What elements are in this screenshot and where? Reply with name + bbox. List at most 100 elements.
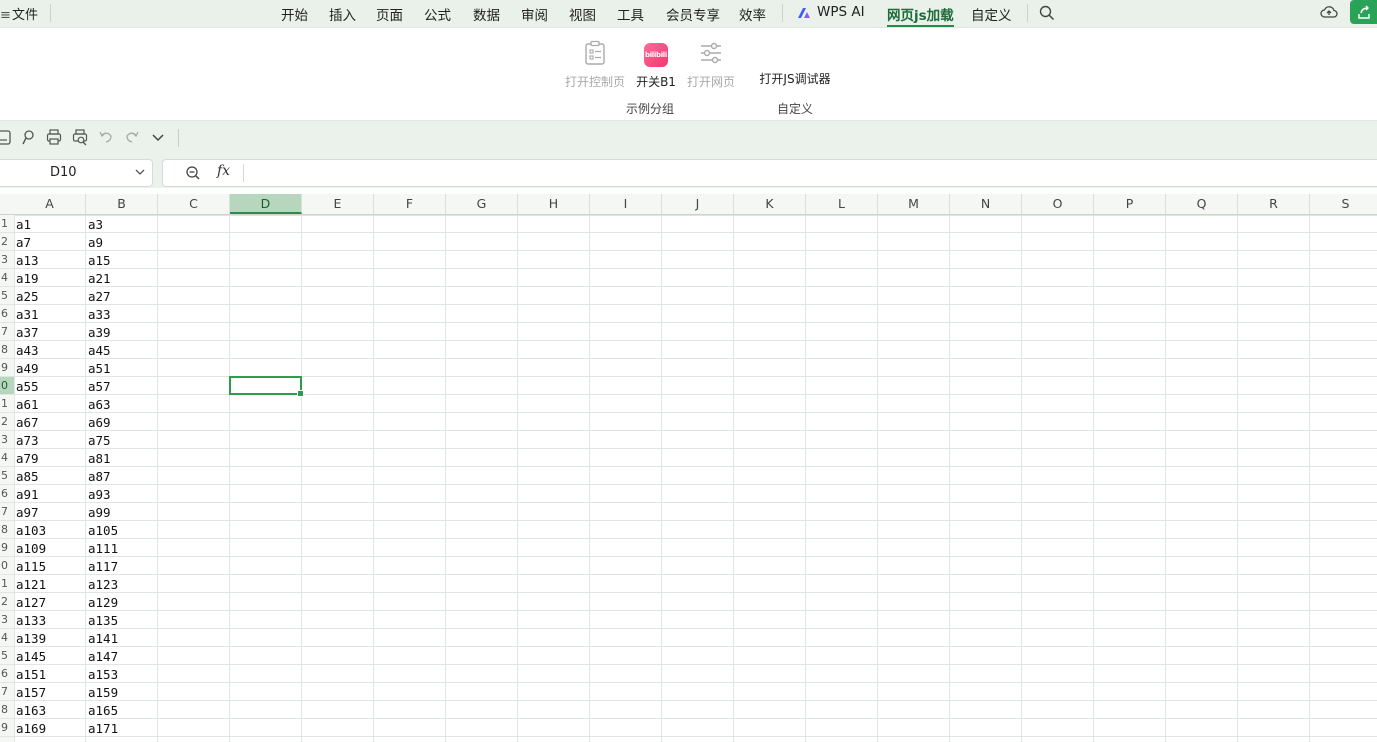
cell-a6[interactable]: a31 bbox=[14, 305, 85, 323]
cell-b18[interactable]: a105 bbox=[86, 521, 157, 539]
tab-formula[interactable]: 公式 bbox=[424, 4, 451, 24]
row-header-18[interactable]: 18 bbox=[0, 521, 14, 539]
column-header-q[interactable]: Q bbox=[1166, 194, 1238, 214]
cell-b25[interactable]: a147 bbox=[86, 647, 157, 665]
cell-a28[interactable]: a163 bbox=[14, 701, 85, 719]
cell-b1[interactable]: a3 bbox=[86, 215, 157, 233]
cell-a20[interactable]: a115 bbox=[14, 557, 85, 575]
row-header-17[interactable]: 17 bbox=[0, 503, 14, 521]
cell-a11[interactable]: a61 bbox=[14, 395, 85, 413]
cell-a1[interactable]: a1 bbox=[14, 215, 85, 233]
zoom-icon[interactable] bbox=[185, 165, 201, 181]
row-header-5[interactable]: 5 bbox=[0, 287, 14, 305]
cell-a18[interactable]: a103 bbox=[14, 521, 85, 539]
save-icon[interactable] bbox=[0, 128, 12, 146]
cell-a8[interactable]: a43 bbox=[14, 341, 85, 359]
row-header-12[interactable]: 12 bbox=[0, 413, 14, 431]
cell-b5[interactable]: a27 bbox=[86, 287, 157, 305]
cell-a22[interactable]: a127 bbox=[14, 593, 85, 611]
cell-a4[interactable]: a19 bbox=[14, 269, 85, 287]
column-header-m[interactable]: M bbox=[878, 194, 950, 214]
cell-a16[interactable]: a91 bbox=[14, 485, 85, 503]
cell-a23[interactable]: a133 bbox=[14, 611, 85, 629]
row-header-1[interactable]: 1 bbox=[0, 215, 14, 233]
row-header-22[interactable]: 22 bbox=[0, 593, 14, 611]
cell-b6[interactable]: a33 bbox=[86, 305, 157, 323]
cell-b21[interactable]: a123 bbox=[86, 575, 157, 593]
row-header-7[interactable]: 7 bbox=[0, 323, 14, 341]
print-icon[interactable] bbox=[46, 128, 62, 146]
tab-efficiency[interactable]: 效率 bbox=[739, 4, 766, 24]
cell-a3[interactable]: a13 bbox=[14, 251, 85, 269]
cell-a24[interactable]: a139 bbox=[14, 629, 85, 647]
column-header-c[interactable]: C bbox=[158, 194, 230, 214]
tab-home[interactable]: 开始 bbox=[281, 4, 308, 24]
column-header-r[interactable]: R bbox=[1238, 194, 1310, 214]
cell-a7[interactable]: a37 bbox=[14, 323, 85, 341]
cell-b24[interactable]: a141 bbox=[86, 629, 157, 647]
cell-b23[interactable]: a135 bbox=[86, 611, 157, 629]
column-header-a[interactable]: A bbox=[14, 194, 86, 214]
open-control-page-button[interactable]: 打开控制页 bbox=[565, 40, 625, 90]
cell-a5[interactable]: a25 bbox=[14, 287, 85, 305]
tab-review[interactable]: 审阅 bbox=[521, 4, 548, 24]
cell-b11[interactable]: a63 bbox=[86, 395, 157, 413]
search-icon[interactable] bbox=[1039, 5, 1055, 21]
row-header-16[interactable]: 16 bbox=[0, 485, 14, 503]
cell-b17[interactable]: a99 bbox=[86, 503, 157, 521]
cell-b2[interactable]: a9 bbox=[86, 233, 157, 251]
row-header-25[interactable]: 25 bbox=[0, 647, 14, 665]
row-header-9[interactable]: 9 bbox=[0, 359, 14, 377]
cell-a2[interactable]: a7 bbox=[14, 233, 85, 251]
cell-b22[interactable]: a129 bbox=[86, 593, 157, 611]
row-header-23[interactable]: 23 bbox=[0, 611, 14, 629]
format-painter-icon[interactable] bbox=[20, 128, 36, 146]
cell-b7[interactable]: a39 bbox=[86, 323, 157, 341]
cell-a29[interactable]: a169 bbox=[14, 719, 85, 737]
chevron-down-icon[interactable] bbox=[134, 167, 146, 177]
cell-a13[interactable]: a73 bbox=[14, 431, 85, 449]
cell-b12[interactable]: a69 bbox=[86, 413, 157, 431]
cell-a19[interactable]: a109 bbox=[14, 539, 85, 557]
cell-b8[interactable]: a45 bbox=[86, 341, 157, 359]
cell-b26[interactable]: a153 bbox=[86, 665, 157, 683]
row-header-19[interactable]: 19 bbox=[0, 539, 14, 557]
toggle-b1-button[interactable]: bilibili 开关B1 bbox=[636, 43, 676, 90]
column-header-n[interactable]: N bbox=[950, 194, 1022, 214]
cell-a17[interactable]: a97 bbox=[14, 503, 85, 521]
cell-b28[interactable]: a165 bbox=[86, 701, 157, 719]
row-header-21[interactable]: 21 bbox=[0, 575, 14, 593]
row-header-4[interactable]: 4 bbox=[0, 269, 14, 287]
file-menu[interactable]: ≡文件 bbox=[0, 4, 38, 23]
cell-b13[interactable]: a75 bbox=[86, 431, 157, 449]
print-preview-icon[interactable] bbox=[72, 128, 88, 146]
column-header-p[interactable]: P bbox=[1094, 194, 1166, 214]
cell-a9[interactable]: a49 bbox=[14, 359, 85, 377]
fill-handle[interactable] bbox=[297, 390, 304, 397]
column-header-h[interactable]: H bbox=[518, 194, 590, 214]
row-header-3[interactable]: 3 bbox=[0, 251, 14, 269]
cell-b20[interactable]: a117 bbox=[86, 557, 157, 575]
tab-data[interactable]: 数据 bbox=[473, 4, 500, 24]
cell-b10[interactable]: a57 bbox=[86, 377, 157, 395]
share-button[interactable] bbox=[1350, 0, 1377, 24]
column-header-g[interactable]: G bbox=[446, 194, 518, 214]
tab-wps-ai[interactable]: WPS AI bbox=[817, 4, 865, 20]
cell-grid[interactable]: a1 a7 a13 a19 a25 a31 a37 a43 a49 a55 a61 a67 a73 a79… bbox=[14, 215, 1377, 742]
insert-function-button[interactable]: fx bbox=[217, 163, 230, 179]
row-header-13[interactable]: 13 bbox=[0, 431, 14, 449]
tab-insert[interactable]: 插入 bbox=[329, 4, 356, 24]
cell-b14[interactable]: a81 bbox=[86, 449, 157, 467]
tab-tools[interactable]: 工具 bbox=[617, 4, 644, 24]
cell-b9[interactable]: a51 bbox=[86, 359, 157, 377]
column-header-e[interactable]: E bbox=[302, 194, 374, 214]
tab-view[interactable]: 视图 bbox=[569, 4, 596, 24]
cell-b15[interactable]: a87 bbox=[86, 467, 157, 485]
cell-b29[interactable]: a171 bbox=[86, 719, 157, 737]
row-header-27[interactable]: 27 bbox=[0, 683, 14, 701]
cell-b4[interactable]: a21 bbox=[86, 269, 157, 287]
tab-custom[interactable]: 自定义 bbox=[971, 4, 1012, 24]
redo-icon[interactable] bbox=[124, 128, 140, 146]
tab-member[interactable]: 会员专享 bbox=[666, 4, 720, 24]
cell-a10[interactable]: a55 bbox=[14, 377, 85, 395]
